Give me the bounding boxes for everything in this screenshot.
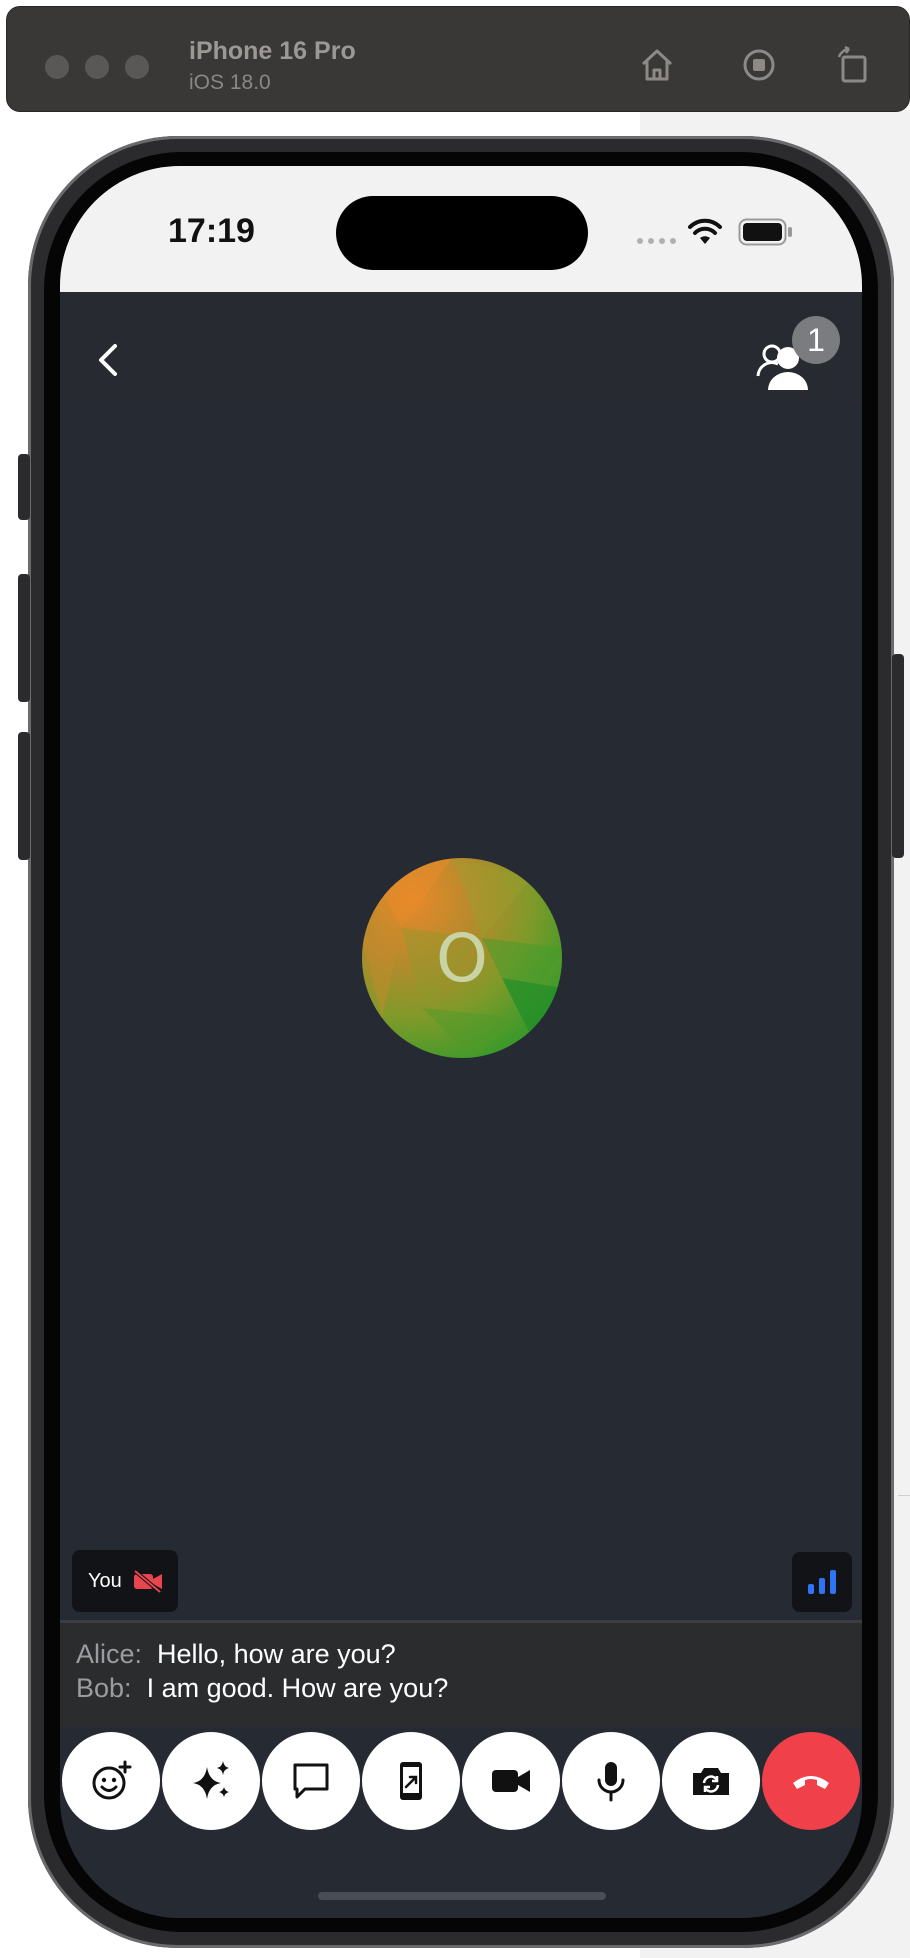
emoji-reaction-icon — [92, 1760, 132, 1800]
sparkles-effects-icon — [193, 1761, 229, 1799]
battery-icon — [738, 218, 792, 246]
participant-avatar: O — [362, 858, 562, 1058]
back-button[interactable] — [80, 332, 136, 388]
chat-sender: Alice: — [76, 1639, 143, 1669]
chat-bubble-icon — [293, 1763, 329, 1799]
chat-message: Alice: Hello, how are you? — [76, 1639, 396, 1670]
wifi-icon — [688, 218, 722, 244]
chat-button[interactable] — [262, 1732, 360, 1830]
screenshot-icon[interactable] — [737, 43, 781, 87]
simulator-os-version: iOS 18.0 — [189, 71, 271, 94]
chevron-left-icon — [99, 344, 117, 376]
switch-camera-icon — [693, 1768, 729, 1795]
window-zoom-button[interactable] — [125, 55, 149, 79]
signal-bars-icon — [808, 1570, 836, 1594]
window-close-button[interactable] — [45, 55, 69, 79]
chat-sender: Bob: — [76, 1673, 132, 1703]
video-camera-icon — [492, 1770, 530, 1792]
switch-camera-button[interactable] — [662, 1732, 760, 1830]
connection-quality-indicator — [792, 1552, 852, 1612]
call-controls — [60, 1732, 862, 1832]
chat-text: I am good. How are you? — [146, 1673, 449, 1703]
volume-up-button — [18, 574, 30, 702]
avatar-initial: O — [436, 919, 488, 997]
chat-overlay: Alice: Hello, how are you? Bob: I am goo… — [60, 1623, 862, 1727]
participant-count-badge: 1 — [792, 316, 840, 364]
microphone-icon — [597, 1762, 625, 1802]
video-off-icon — [133, 1569, 162, 1593]
rotate-icon[interactable] — [831, 43, 875, 87]
status-bar: 17:19 — [60, 166, 862, 292]
end-call-button[interactable] — [762, 1732, 860, 1830]
call-header: 1 — [60, 292, 862, 402]
cellular-dots-icon — [637, 238, 676, 244]
video-toggle-button[interactable] — [462, 1732, 560, 1830]
effects-button[interactable] — [162, 1732, 260, 1830]
home-indicator[interactable] — [318, 1892, 606, 1900]
reactions-button[interactable] — [62, 1732, 160, 1830]
window-minimize-button[interactable] — [85, 55, 109, 79]
desktop-divider — [898, 1495, 910, 1496]
microphone-toggle-button[interactable] — [562, 1732, 660, 1830]
phone-screen: 17:19 1 O You Alice: Hello, how are you?… — [60, 166, 862, 1918]
screen-share-icon — [400, 1762, 422, 1800]
end-call-icon — [793, 1776, 829, 1789]
self-view-label: You — [72, 1550, 178, 1612]
chat-message: Bob: I am good. How are you? — [76, 1673, 448, 1704]
power-button — [892, 654, 904, 858]
dynamic-island — [336, 196, 588, 270]
chat-text: Hello, how are you? — [157, 1639, 396, 1669]
home-icon[interactable] — [635, 43, 679, 87]
screen-share-button[interactable] — [362, 1732, 460, 1830]
self-name: You — [88, 1569, 122, 1592]
simulator-device-name: iPhone 16 Pro — [189, 37, 356, 65]
status-time: 17:19 — [168, 212, 255, 250]
action-button — [18, 454, 30, 520]
volume-down-button — [18, 732, 30, 860]
simulator-toolbar: iPhone 16 Pro iOS 18.0 — [6, 6, 910, 112]
